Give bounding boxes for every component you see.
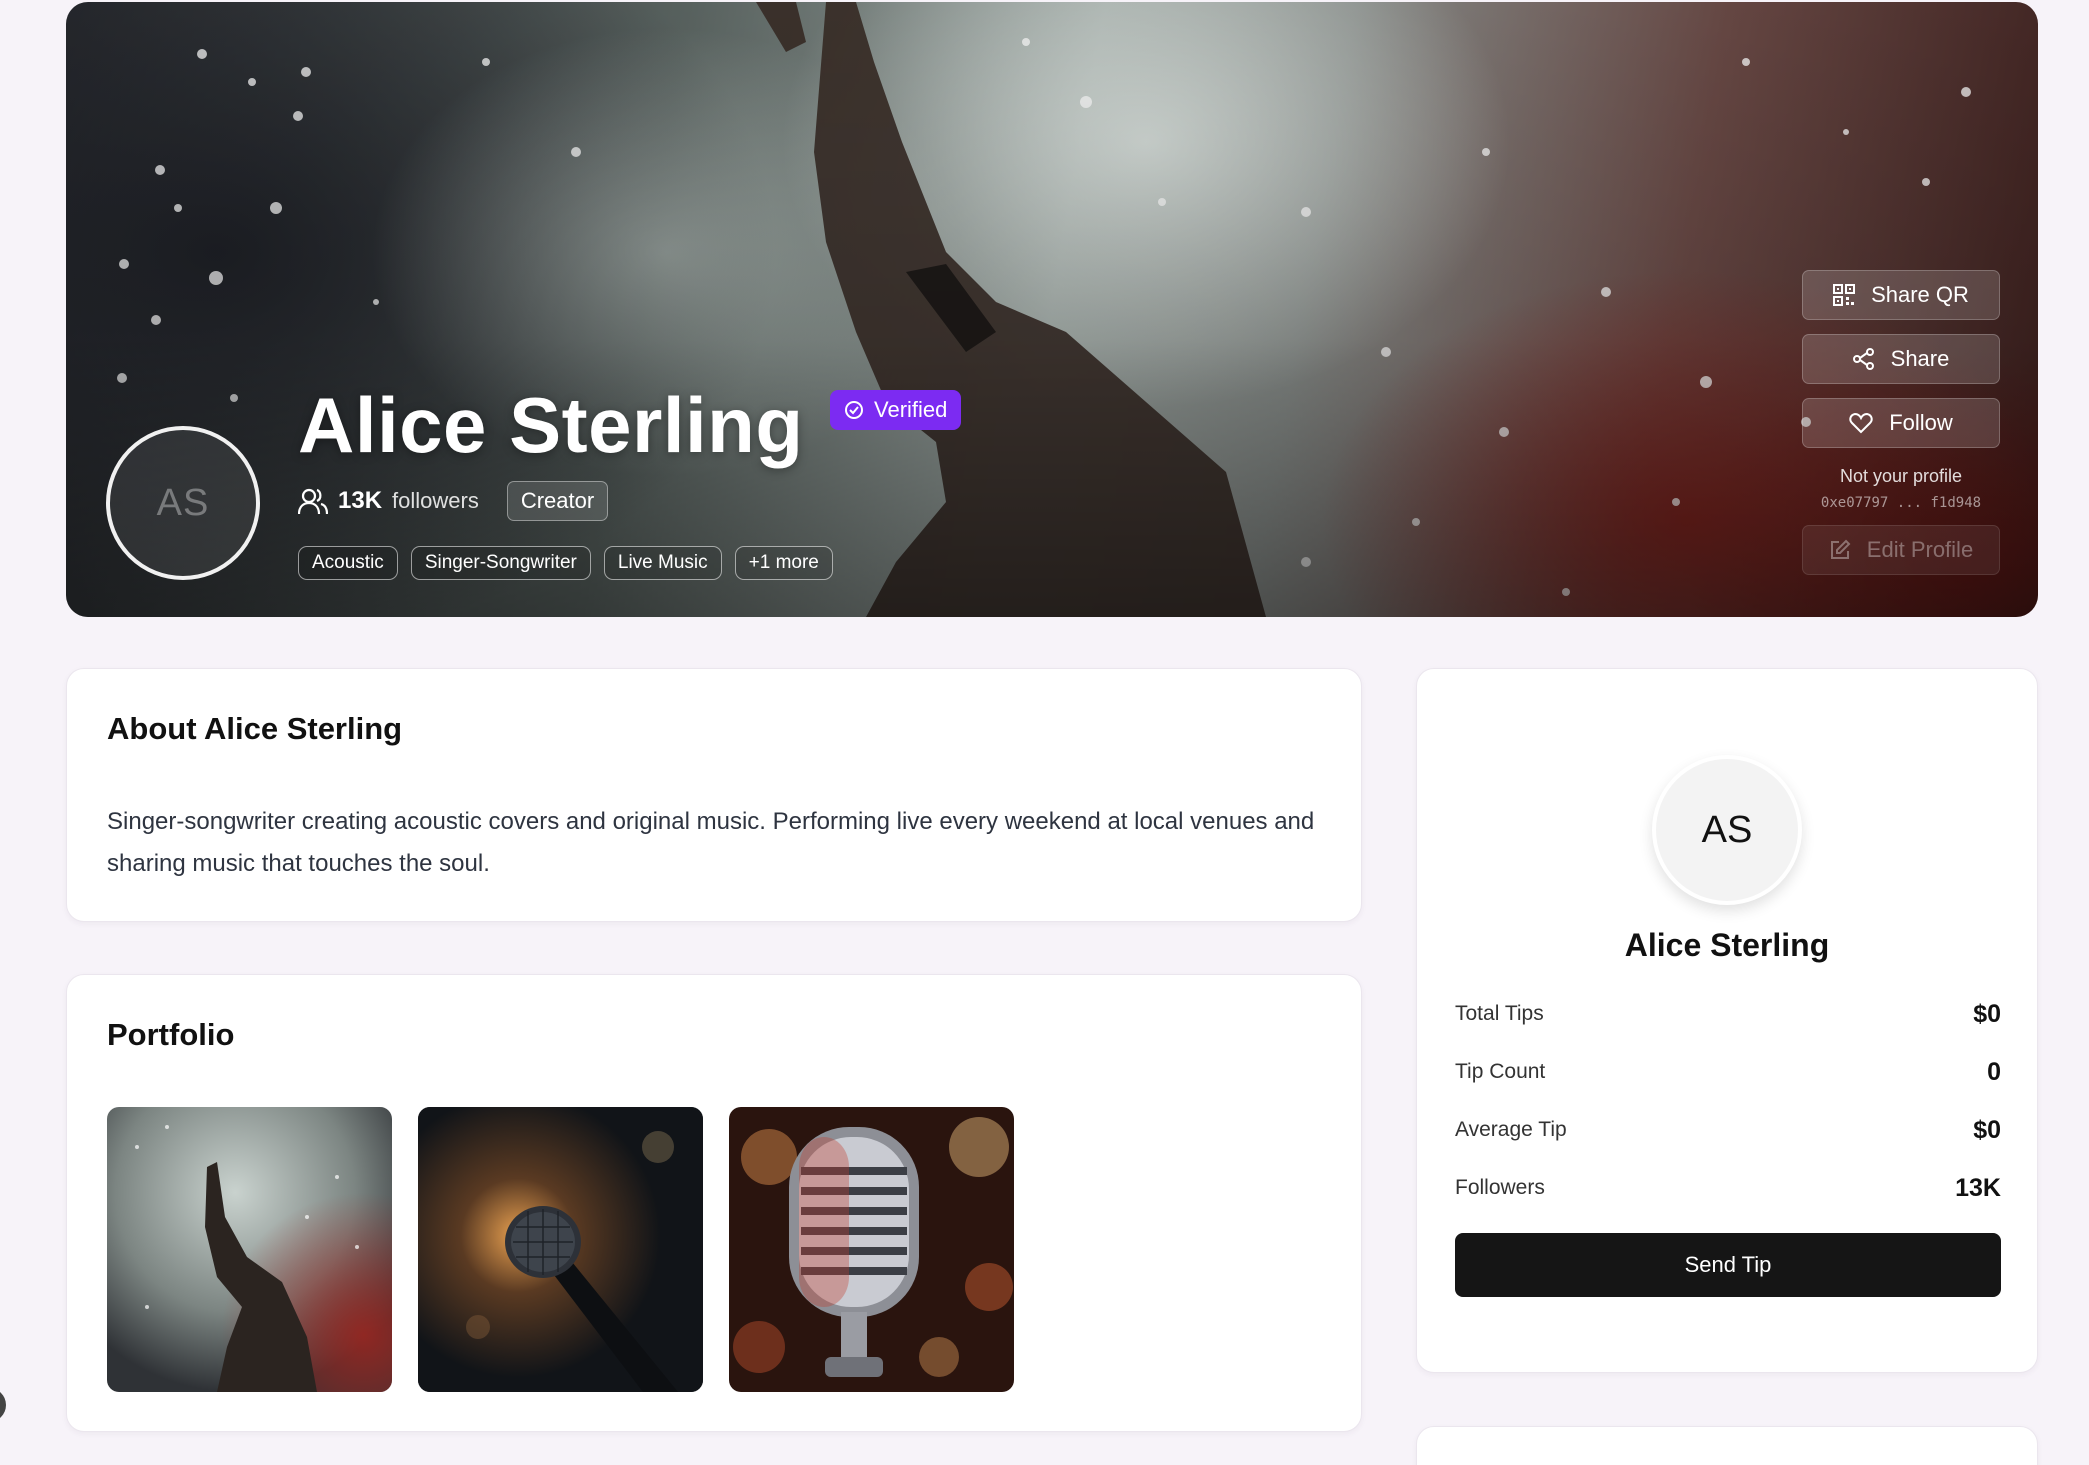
heart-icon — [1849, 412, 1873, 434]
stat-value: 13K — [1955, 1173, 2001, 1202]
edit-icon — [1830, 539, 1851, 559]
tag-singer-songwriter[interactable]: Singer-Songwriter — [410, 546, 591, 580]
followers-label: followers — [392, 488, 479, 513]
followers-row: 13K followers Creator — [298, 480, 609, 522]
check-circle-icon — [845, 401, 863, 419]
verified-badge: Verified — [830, 390, 962, 430]
stat-label: Tip Count — [1455, 1060, 1546, 1083]
portfolio-card: Portfolio — [66, 974, 1362, 1432]
summary-avatar: AS — [1652, 755, 1802, 905]
summary-avatar-initials: AS — [1701, 808, 1753, 851]
wallet-address: 0xe07797 ... f1d948 — [1820, 495, 1982, 511]
creator-name: Alice Sterling — [298, 381, 804, 469]
share-qr-button[interactable]: Share QR — [1802, 270, 2000, 320]
stat-label: Total Tips — [1455, 1002, 1544, 1025]
stat-total-tips: Total Tips $0 — [1455, 985, 2001, 1043]
share-label: Share — [1890, 346, 1950, 371]
edit-profile-button[interactable]: Edit Profile — [1802, 525, 2000, 575]
stat-label: Followers — [1455, 1176, 1545, 1199]
stat-followers: Followers 13K — [1455, 1159, 2001, 1217]
stat-average-tip: Average Tip $0 — [1455, 1101, 2001, 1159]
avatar-initials: AS — [156, 481, 210, 524]
share-qr-label: Share QR — [1871, 282, 1969, 307]
profile-actions: Share QR Share Follow Not your profile 0… — [1802, 270, 2000, 575]
qr-code-icon — [1833, 284, 1856, 306]
creator-profile-page: AS Alice Sterling Verified 13K followers… — [0, 0, 2089, 1465]
portfolio-grid — [107, 1107, 1014, 1392]
profile-hero-banner: AS Alice Sterling Verified 13K followers… — [66, 2, 2038, 617]
about-card: About Alice Sterling Singer-songwriter c… — [66, 668, 1362, 922]
verified-label: Verified — [874, 397, 948, 422]
about-title: About Alice Sterling — [107, 711, 403, 746]
stat-tip-count: Tip Count 0 — [1455, 1043, 2001, 1101]
followers-count: 13K — [338, 487, 383, 514]
stat-value: $0 — [1973, 1115, 2001, 1144]
share-button[interactable]: Share — [1802, 334, 2000, 384]
portfolio-image-vintage-mic[interactable] — [729, 1107, 1014, 1392]
profile-avatar: AS — [106, 426, 260, 580]
tip-stats: Total Tips $0 Tip Count 0 Average Tip $0… — [1455, 985, 2001, 1217]
not-your-profile-note: Not your profile — [1839, 466, 1963, 486]
floating-widget-edge[interactable] — [0, 1388, 6, 1422]
share-icon — [1852, 348, 1874, 370]
follow-button[interactable]: Follow — [1802, 398, 2000, 448]
next-sidebar-card — [1416, 1426, 2038, 1465]
role-badge: Creator — [506, 481, 609, 521]
summary-creator-name: Alice Sterling — [1624, 927, 1830, 963]
edit-profile-label: Edit Profile — [1866, 537, 1974, 562]
genre-tags: Acoustic Singer-Songwriter Live Music +1… — [298, 546, 833, 580]
hero-overlay — [66, 2, 2038, 617]
tag-live-music[interactable]: Live Music — [603, 546, 722, 580]
stat-value: 0 — [1987, 1057, 2001, 1086]
send-tip-button[interactable]: Send Tip — [1455, 1233, 2001, 1297]
portfolio-image-performer[interactable] — [107, 1107, 392, 1392]
creator-summary-card: AS Alice Sterling Total Tips $0 Tip Coun… — [1416, 668, 2038, 1373]
tag-more[interactable]: +1 more — [734, 546, 833, 580]
follow-label: Follow — [1889, 410, 1953, 435]
tag-acoustic[interactable]: Acoustic — [298, 546, 398, 580]
users-icon — [298, 488, 328, 515]
about-text: Singer-songwriter creating acoustic cove… — [107, 808, 1315, 877]
stat-label: Average Tip — [1455, 1118, 1567, 1141]
portfolio-image-microphone[interactable] — [418, 1107, 703, 1392]
portfolio-title: Portfolio — [107, 1017, 235, 1052]
stat-value: $0 — [1973, 999, 2001, 1028]
